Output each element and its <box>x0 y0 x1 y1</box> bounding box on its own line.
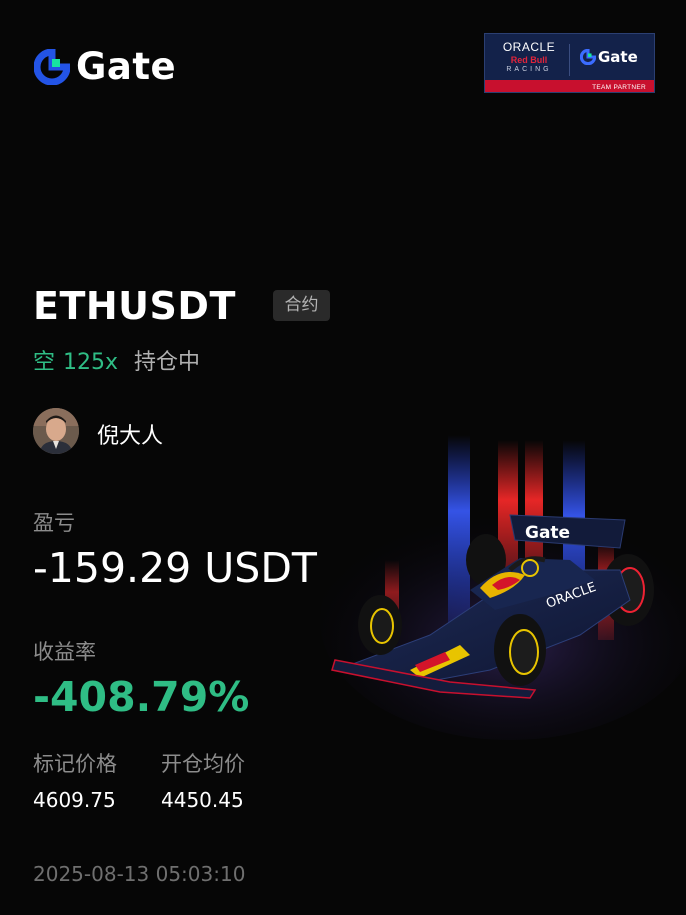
entry-price-label: 开仓均价 <box>161 752 245 776</box>
position-side: 空 <box>33 350 56 375</box>
f1-car-illustration: Gate ORACLE <box>320 435 686 740</box>
username: 倪大人 <box>97 424 164 449</box>
entry-price-value: 4450.45 <box>161 788 244 812</box>
gate-mini-icon <box>580 49 596 65</box>
roi-value: -408.79% <box>33 673 250 721</box>
position-info-row: 空 125x 持仓中 <box>33 344 200 376</box>
avatar <box>33 408 79 454</box>
pnl-value: -159.29 USDT <box>33 544 317 592</box>
mark-price-value: 4609.75 <box>33 788 116 812</box>
partner-gate-text: Gate <box>598 48 638 66</box>
contract-type-tag: 合约 <box>273 290 330 321</box>
redbull-text: Red Bull <box>510 55 548 65</box>
contract-symbol: ETHUSDT <box>33 284 236 328</box>
position-leverage: 125x <box>63 350 119 375</box>
partner-gate-logo: Gate <box>580 48 638 66</box>
gate-logo-icon <box>34 49 70 85</box>
team-partner-badge: ORACLE Red Bull RACING Gate TEAM PARTNER <box>484 33 655 93</box>
user-avatar-icon <box>33 408 79 454</box>
team-partner-text: TEAM PARTNER <box>592 84 646 91</box>
racing-text: RACING <box>506 66 552 73</box>
timestamp: 2025-08-13 05:03:10 <box>33 862 246 886</box>
svg-text:Gate: Gate <box>525 523 570 543</box>
gate-logo: Gate <box>34 48 176 86</box>
roi-label: 收益率 <box>33 640 96 664</box>
pnl-label: 盈亏 <box>33 511 75 535</box>
position-status: 持仓中 <box>134 350 201 375</box>
oracle-text: ORACLE <box>502 40 556 54</box>
partner-bar: TEAM PARTNER <box>485 80 654 92</box>
mark-price-label: 标记价格 <box>33 752 117 776</box>
gate-logo-text: Gate <box>76 45 177 88</box>
redbull-racing-logo: ORACLE Red Bull RACING <box>493 40 565 73</box>
share-card: Gate ORACLE Red Bull RACING Gate TEAM PA… <box>0 0 686 915</box>
partner-divider <box>569 44 570 76</box>
